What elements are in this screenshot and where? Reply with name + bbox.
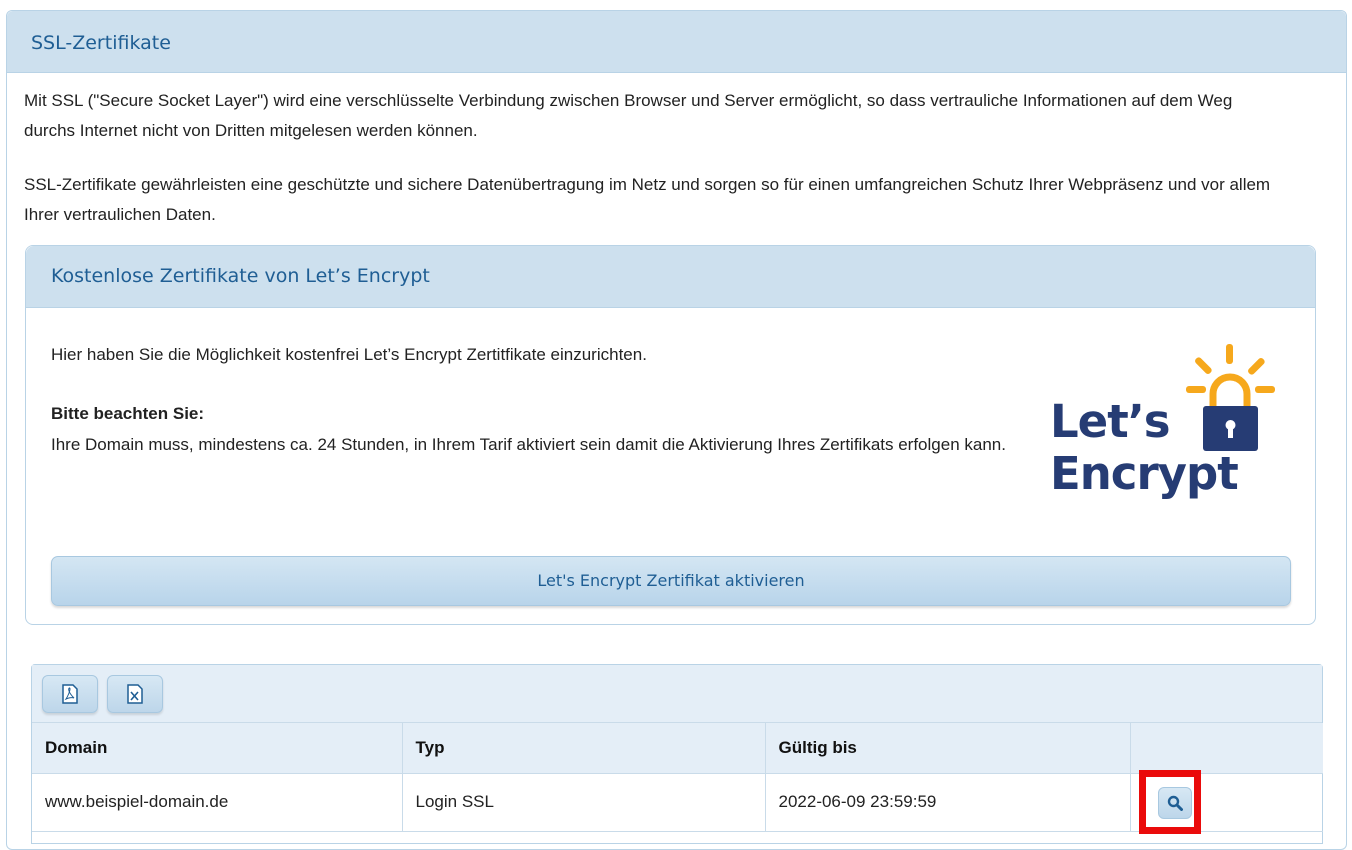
panel-title: SSL-Zertifikate [7, 11, 1346, 73]
intro-paragraph-ssl: Mit SSL ("Secure Socket Layer") wird ein… [24, 91, 1233, 140]
column-header-domain[interactable]: Domain [32, 723, 403, 774]
logo-text-encrypt: Encrypt [1050, 447, 1239, 500]
file-excel-icon [127, 684, 143, 704]
letsencrypt-logo: Let’s Encrypt [1050, 344, 1280, 504]
table-toolbar [32, 665, 1322, 723]
export-pdf-button[interactable] [42, 675, 98, 713]
note-text: Ihre Domain muss, mindestens ca. 24 Stun… [51, 435, 1006, 454]
cell-gueltig-bis: 2022-06-09 23:59:59 [765, 773, 1131, 832]
certificates-table-panel: Domain Typ Gültig bis www.beispiel-domai… [31, 664, 1323, 844]
export-excel-button[interactable] [107, 675, 163, 713]
column-header-actions [1130, 723, 1323, 774]
table-row: www.beispiel-domain.de Login SSL 2022-06… [32, 773, 1323, 832]
letsencrypt-description: Hier haben Sie die Möglichkeit kostenfre… [51, 345, 647, 364]
logo-text-lets: Let’s [1050, 395, 1171, 448]
certificates-table: Domain Typ Gültig bis www.beispiel-domai… [32, 723, 1323, 832]
column-header-typ[interactable]: Typ [402, 723, 766, 774]
cell-domain: www.beispiel-domain.de [32, 773, 403, 832]
letsencrypt-panel-title: Kostenlose Zertifikate von Let’s Encrypt [26, 246, 1315, 308]
table-header-row: Domain Typ Gültig bis [32, 723, 1323, 774]
cell-typ: Login SSL [402, 773, 766, 832]
note-title: Bitte beachten Sie: [51, 404, 205, 423]
intro-paragraph-certificates: SSL-Zertifikate gewährleisten eine gesch… [24, 175, 1271, 224]
letsencrypt-panel: Kostenlose Zertifikate von Let’s Encrypt… [25, 245, 1316, 625]
file-pdf-icon [62, 684, 78, 704]
highlight-box [1139, 770, 1201, 834]
column-header-gueltig-bis[interactable]: Gültig bis [765, 723, 1131, 774]
activate-letsencrypt-button[interactable]: Let's Encrypt Zertifikat aktivieren [51, 556, 1291, 606]
